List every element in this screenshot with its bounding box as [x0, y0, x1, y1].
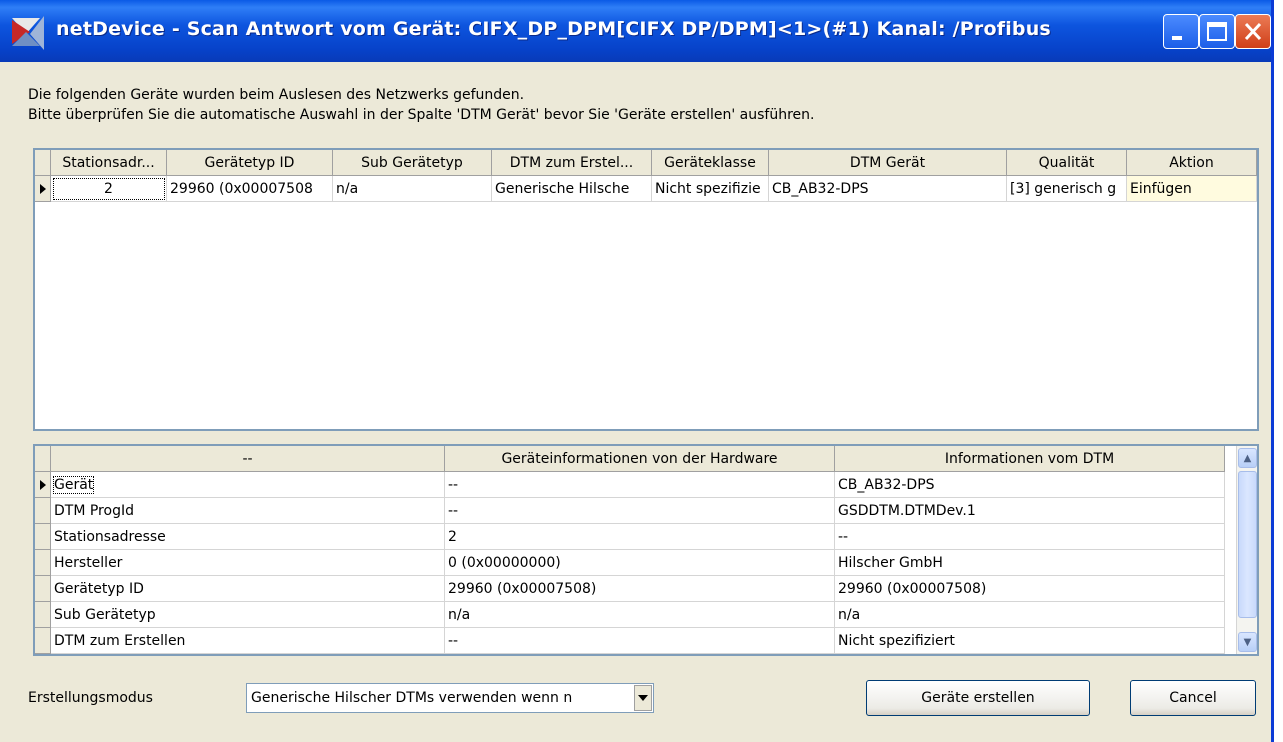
row-header	[35, 576, 51, 602]
row-header-corner	[35, 150, 51, 176]
col-header-action[interactable]: Aktion	[1127, 150, 1257, 176]
row-header	[35, 550, 51, 576]
row-header	[35, 602, 51, 628]
cell-dtm-value[interactable]: 29960 (0x00007508)	[835, 576, 1225, 602]
col-header-device-type-id[interactable]: Gerätetyp ID	[167, 150, 333, 176]
cell-hardware-value[interactable]: n/a	[445, 602, 835, 628]
device-grid[interactable]: Stationsadr... Gerätetyp ID Sub Gerätety…	[33, 148, 1259, 431]
close-button[interactable]	[1235, 14, 1271, 49]
info-grid-scrollbar[interactable]: ▲ ▼	[1236, 446, 1257, 654]
cancel-button[interactable]: Cancel	[1130, 680, 1256, 716]
cell-device-class[interactable]: Nicht spezifizie	[652, 176, 769, 202]
cell-property[interactable]: DTM ProgId	[51, 498, 445, 524]
scroll-up-button[interactable]: ▲	[1238, 448, 1257, 468]
cell-action[interactable]: Einfügen	[1127, 176, 1257, 202]
info-grid[interactable]: -- Geräteinformationen von der Hardware …	[33, 444, 1259, 656]
maximize-button[interactable]	[1199, 14, 1235, 49]
cell-property[interactable]: Hersteller	[51, 550, 445, 576]
title-bar[interactable]: netDevice - Scan Antwort vom Gerät: CIFX…	[0, 0, 1271, 62]
minimize-button[interactable]	[1163, 14, 1199, 49]
instruction-text: Die folgenden Geräte wurden beim Auslese…	[28, 85, 814, 125]
table-row[interactable]: Hersteller 0 (0x00000000) Hilscher GmbH	[35, 550, 1225, 576]
table-row[interactable]: Stationsadresse 2 --	[35, 524, 1225, 550]
row-header-corner	[35, 446, 51, 472]
maximize-icon	[1207, 22, 1227, 41]
cell-dtm-value[interactable]: n/a	[835, 602, 1225, 628]
col-header-property[interactable]: --	[51, 446, 445, 472]
creation-mode-label: Erstellungsmodus	[28, 690, 153, 706]
cell-station-address[interactable]: 2	[51, 176, 167, 202]
row-header	[35, 628, 51, 654]
cell-dtm-device[interactable]: CB_AB32-DPS	[769, 176, 1007, 202]
netdevice-app-icon	[12, 16, 44, 50]
cell-property[interactable]: DTM zum Erstellen	[51, 628, 445, 654]
instruction-line-2: Bitte überprüfen Sie die automatische Au…	[28, 107, 815, 123]
cell-device-type-id[interactable]: 29960 (0x00007508	[167, 176, 333, 202]
creation-mode-value: Generische Hilscher DTMs verwenden wenn …	[251, 690, 573, 706]
row-pointer-icon	[39, 479, 46, 490]
close-icon	[1244, 22, 1262, 41]
property-label: Gerät	[52, 475, 95, 494]
table-row[interactable]: Sub Gerätetyp n/a n/a	[35, 602, 1225, 628]
create-devices-button[interactable]: Geräte erstellen	[866, 680, 1090, 716]
cell-dtm-value[interactable]: GSDDTM.DTMDev.1	[835, 498, 1225, 524]
table-row[interactable]: DTM ProgId -- GSDDTM.DTMDev.1	[35, 498, 1225, 524]
col-header-station[interactable]: Stationsadr...	[51, 150, 167, 176]
row-pointer	[35, 472, 51, 498]
cell-sub-device-type[interactable]: n/a	[333, 176, 492, 202]
creation-mode-select[interactable]: Generische Hilscher DTMs verwenden wenn …	[246, 683, 654, 713]
col-header-dtm-device[interactable]: DTM Gerät	[769, 150, 1007, 176]
cell-dtm-create[interactable]: Generische Hilsche	[492, 176, 652, 202]
cell-hardware-value[interactable]: --	[445, 472, 835, 498]
scroll-thumb[interactable]	[1238, 471, 1257, 618]
cell-dtm-value[interactable]: Nicht spezifiziert	[835, 628, 1225, 654]
col-header-dtm-create[interactable]: DTM zum Erstel...	[492, 150, 652, 176]
col-header-sub-device-type[interactable]: Sub Gerätetyp	[333, 150, 492, 176]
window-title: netDevice - Scan Antwort vom Gerät: CIFX…	[56, 18, 1051, 40]
cell-property[interactable]: Gerätetyp ID	[51, 576, 445, 602]
cell-quality[interactable]: [3] generisch g	[1007, 176, 1127, 202]
cell-property[interactable]: Sub Gerätetyp	[51, 602, 445, 628]
device-grid-header: Stationsadr... Gerätetyp ID Sub Gerätety…	[35, 150, 1257, 176]
table-row[interactable]: DTM zum Erstellen -- Nicht spezifiziert	[35, 628, 1225, 654]
col-header-hardware-info[interactable]: Geräteinformationen von der Hardware	[445, 446, 835, 472]
scroll-up-icon: ▲	[1243, 452, 1252, 464]
cell-dtm-value[interactable]: CB_AB32-DPS	[835, 472, 1225, 498]
col-header-device-class[interactable]: Geräteklasse	[652, 150, 769, 176]
table-row[interactable]: Gerätetyp ID 29960 (0x00007508) 29960 (0…	[35, 576, 1225, 602]
table-row[interactable]: 2 29960 (0x00007508 n/a Generische Hilsc…	[35, 176, 1257, 202]
col-header-quality[interactable]: Qualität	[1007, 150, 1127, 176]
row-header	[35, 524, 51, 550]
cell-hardware-value[interactable]: 2	[445, 524, 835, 550]
cell-property[interactable]: Stationsadresse	[51, 524, 445, 550]
row-pointer-icon	[39, 183, 46, 194]
scroll-down-icon: ▼	[1243, 636, 1252, 648]
cell-hardware-value[interactable]: --	[445, 628, 835, 654]
col-header-dtm-info[interactable]: Informationen vom DTM	[835, 446, 1225, 472]
cell-dtm-value[interactable]: --	[835, 524, 1225, 550]
scan-response-dialog: netDevice - Scan Antwort vom Gerät: CIFX…	[0, 0, 1274, 742]
instruction-line-1: Die folgenden Geräte wurden beim Auslese…	[28, 87, 525, 103]
cell-dtm-value[interactable]: Hilscher GmbH	[835, 550, 1225, 576]
table-row[interactable]: Gerät -- CB_AB32-DPS	[35, 472, 1225, 498]
row-pointer	[35, 176, 51, 202]
row-header	[35, 498, 51, 524]
scroll-down-button[interactable]: ▼	[1238, 632, 1257, 652]
info-grid-header: -- Geräteinformationen von der Hardware …	[35, 446, 1225, 472]
cell-hardware-value[interactable]: 29960 (0x00007508)	[445, 576, 835, 602]
cell-property[interactable]: Gerät	[51, 472, 445, 498]
cell-hardware-value[interactable]: 0 (0x00000000)	[445, 550, 835, 576]
dropdown-button[interactable]	[634, 685, 652, 711]
chevron-down-icon	[638, 695, 648, 701]
minimize-icon	[1172, 36, 1182, 40]
cell-hardware-value[interactable]: --	[445, 498, 835, 524]
